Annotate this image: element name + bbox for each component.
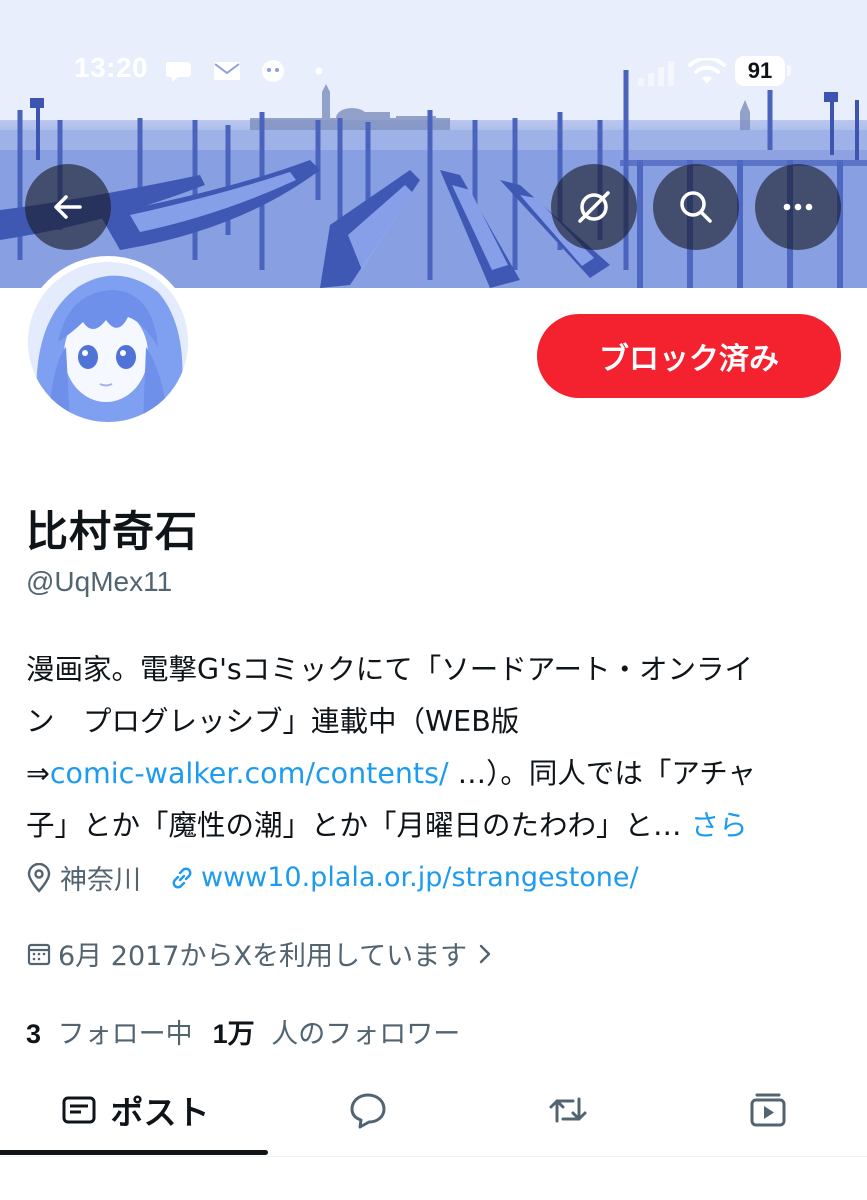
bio-text: 子」とか「魔性の潮」とか「月曜日のたわわ」と… bbox=[26, 809, 682, 842]
bio-arrow: ⇒ bbox=[26, 757, 50, 790]
status-time: 13:20 bbox=[74, 52, 149, 83]
blocked-button[interactable]: ブロック済み bbox=[537, 314, 841, 398]
search-icon bbox=[680, 191, 712, 223]
profile-tabs: ポスト bbox=[0, 1066, 867, 1157]
app-badge-icon bbox=[262, 60, 284, 82]
user-handle: @UqMex11 bbox=[26, 566, 173, 597]
bio-line: ン プログレッシブ」連載中（WEB版 bbox=[26, 705, 520, 738]
grok-button[interactable] bbox=[551, 164, 637, 250]
chat-icon bbox=[166, 62, 191, 82]
tab-posts-label: ポスト bbox=[110, 1093, 210, 1132]
following-stat[interactable]: 3 フォロー中 bbox=[26, 1012, 193, 1051]
bio-text: …）。同人では「アチャ bbox=[448, 757, 757, 790]
calendar-icon bbox=[27, 943, 51, 965]
display-name: 比村奇石 bbox=[26, 507, 199, 556]
search-button[interactable] bbox=[653, 164, 739, 250]
battery-cap bbox=[787, 65, 791, 76]
bio-link-comic-walker[interactable]: comic-walker.com/contents/ bbox=[50, 757, 449, 790]
tab-media[interactable] bbox=[668, 1066, 867, 1154]
back-button[interactable] bbox=[25, 164, 111, 250]
chevron-right-icon bbox=[479, 944, 491, 963]
battery-indicator: 91 bbox=[735, 56, 785, 86]
replies-icon bbox=[350, 1093, 386, 1129]
link-icon bbox=[172, 867, 192, 888]
following-label: フォロー中 bbox=[57, 1019, 193, 1050]
profile-banner[interactable]: 13:20 91 bbox=[0, 0, 867, 288]
bio-more-link[interactable]: さら bbox=[691, 809, 748, 842]
joined-date-row[interactable]: 6月 2017からXを利用しています bbox=[26, 934, 493, 973]
follow-stats: 3 フォロー中 1万 人のフォロワー bbox=[26, 1012, 460, 1051]
joined-date-text: 6月 2017からXを利用しています bbox=[58, 941, 468, 972]
location-text: 神奈川 bbox=[60, 865, 141, 896]
reposts-icon bbox=[549, 1097, 587, 1123]
dot-icon bbox=[315, 67, 323, 75]
bio-line: 漫画家。電撃G'sコミックにて「ソードアート・オンライ bbox=[26, 653, 754, 686]
banner-image bbox=[0, 0, 867, 288]
following-count: 3 bbox=[26, 1019, 42, 1049]
avatar-illustration bbox=[28, 262, 188, 422]
cellular-signal-icon bbox=[638, 61, 674, 86]
website-link[interactable]: www10.plala.or.jp/strangestone/ bbox=[201, 862, 639, 893]
media-icon bbox=[750, 1093, 785, 1127]
tab-replies[interactable] bbox=[268, 1066, 468, 1154]
location-row: 神奈川 www10.plala.or.jp/strangestone/ bbox=[26, 858, 639, 897]
followers-count: 1万 bbox=[212, 1019, 255, 1049]
more-icon bbox=[783, 203, 813, 211]
avatar[interactable] bbox=[22, 256, 194, 428]
bio-line: ⇒comic-walker.com/contents/ …）。同人では「アチャ bbox=[26, 748, 841, 800]
wifi-icon bbox=[688, 58, 726, 84]
grok-icon bbox=[578, 191, 610, 223]
followers-label: 人のフォロワー bbox=[271, 1019, 461, 1050]
mail-icon bbox=[214, 62, 240, 80]
bio-line: 子」とか「魔性の潮」とか「月曜日のたわわ」と… さら bbox=[26, 800, 841, 852]
tab-posts[interactable]: ポスト bbox=[0, 1066, 270, 1154]
more-button[interactable] bbox=[755, 164, 841, 250]
tab-reposts[interactable] bbox=[468, 1066, 668, 1154]
profile-bio: 漫画家。電撃G'sコミックにて「ソードアート・オンライ ン プログレッシブ」連載… bbox=[26, 644, 841, 852]
location-pin-icon bbox=[27, 862, 51, 893]
followers-stat[interactable]: 1万 人のフォロワー bbox=[213, 1012, 461, 1051]
tab-active-indicator bbox=[0, 1150, 268, 1155]
posts-icon bbox=[62, 1096, 95, 1124]
back-icon bbox=[54, 195, 82, 219]
